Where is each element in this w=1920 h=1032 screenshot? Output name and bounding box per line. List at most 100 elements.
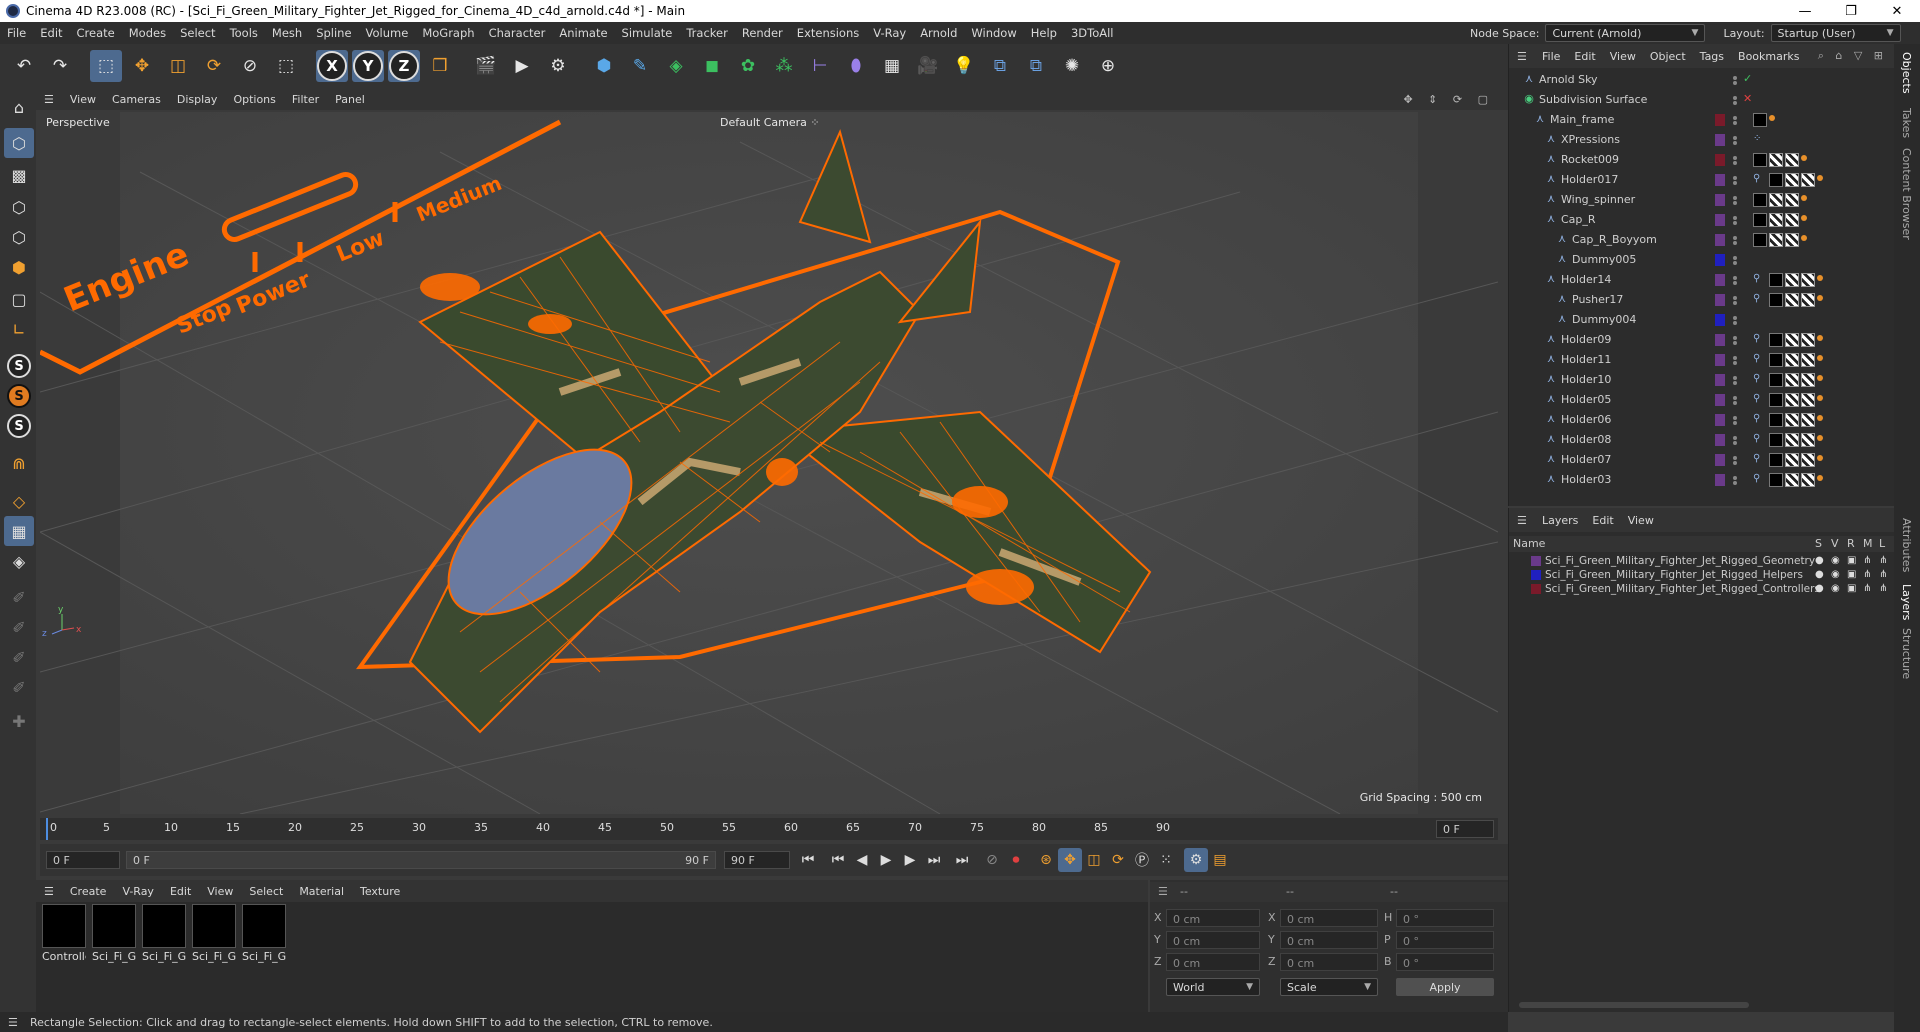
texture-tag[interactable] [1769,153,1783,167]
object-row[interactable]: ⋏ Cap_R_Boyyom [1509,230,1881,250]
manager-icon[interactable]: ⋔ [1863,583,1871,594]
texture-tag[interactable] [1801,173,1815,187]
texture-tag[interactable] [1785,273,1799,287]
object-menu-file[interactable]: File [1535,50,1567,63]
object-row[interactable]: ⋏ Arnold Sky ✓ [1509,70,1881,90]
layer-color-swatch[interactable] [1715,254,1725,266]
material-menu-edit[interactable]: Edit [162,885,199,898]
hamburger-icon[interactable]: ☰ [1158,885,1168,898]
render-icon[interactable]: ▣ [1847,569,1856,580]
xpresso-tag-icon[interactable] [1801,155,1807,161]
polygons-mode-button[interactable]: ⬢ [4,252,34,282]
menu-create[interactable]: Create [70,26,122,40]
material-menu-select[interactable]: Select [241,885,291,898]
editor-visibility-dot[interactable] [1733,456,1737,460]
render-visibility-dot[interactable] [1733,241,1737,245]
field-button[interactable]: ⬮ [840,50,872,82]
next-frame-button[interactable]: ▶ [898,848,922,872]
xpresso-icon[interactable]: ⁘ [1753,133,1761,144]
menu-edit[interactable]: Edit [33,26,69,40]
menu-tools[interactable]: Tools [223,26,265,40]
render-visibility-dot[interactable] [1733,281,1737,285]
make-editable-button[interactable]: ⌂ [4,92,34,122]
layer-color-swatch[interactable] [1715,414,1725,426]
size-mode-select[interactable]: Scale ▼ [1280,978,1378,996]
object-row[interactable]: ⋏ Holder10 ⚲ [1509,370,1881,390]
playhead[interactable] [46,818,48,840]
material-swatch[interactable]: Sci_Fi_Gr [192,904,236,968]
layer-menu-edit[interactable]: Edit [1585,514,1620,527]
object-menu-edit[interactable]: Edit [1567,50,1602,63]
key-rotation-button[interactable]: ⟳ [1106,848,1130,872]
go-to-end-button[interactable]: ⏭ [950,848,974,872]
viewport-nav-icons[interactable]: ✥ ⇕ ⟳ ▢ [1403,93,1494,106]
editor-visibility-dot[interactable] [1733,376,1737,380]
texture-tag[interactable] [1785,413,1799,427]
render-visibility-dot[interactable] [1733,481,1737,485]
paint-button[interactable]: ✐ [4,612,34,642]
layer-color-swatch[interactable] [1715,194,1725,206]
extrude-button[interactable]: ◼ [696,50,728,82]
ik-tag-icon[interactable]: ⚲ [1753,333,1760,344]
position-y-field[interactable]: 0 cm [1166,931,1260,949]
maximize-button[interactable]: ❐ [1828,0,1874,22]
coordinate-system-button[interactable]: ❒ [424,50,456,82]
texture-tag[interactable] [1801,453,1815,467]
material-swatch[interactable]: Sci_Fi_Gr [92,904,136,968]
render-visibility-dot[interactable] [1733,461,1737,465]
material-menu-create[interactable]: Create [62,885,115,898]
minimize-button[interactable]: — [1782,0,1828,22]
grid-workplane-button[interactable]: ▦ [4,516,34,546]
texture-tag[interactable] [1801,413,1815,427]
menu-select[interactable]: Select [173,26,222,40]
material-menu-texture[interactable]: Texture [352,885,408,898]
xpresso-tag-icon[interactable] [1817,335,1823,341]
menu-arnold[interactable]: Arnold [913,26,964,40]
object-row[interactable]: ⋏ Holder07 ⚲ [1509,450,1881,470]
menu-simulate[interactable]: Simulate [615,26,680,40]
layer-color-swatch[interactable] [1715,354,1725,366]
material-menu-material[interactable]: Material [291,885,352,898]
editor-visibility-dot[interactable] [1733,336,1737,340]
uv-mode-button[interactable]: ▢ [4,284,34,314]
editor-visibility-dot[interactable] [1733,216,1737,220]
motion-system-button[interactable]: ⚙ [1184,848,1208,872]
material-tag[interactable] [1769,453,1783,467]
material-tag[interactable] [1753,213,1767,227]
position-z-field[interactable]: 0 cm [1166,953,1260,971]
menu-3dtoall[interactable]: 3DToAll [1064,26,1121,40]
object-row[interactable]: ⋏ XPressions ⁘ [1509,130,1881,150]
material-tag[interactable] [1769,353,1783,367]
layer-color-swatch[interactable] [1715,234,1725,246]
material-tag[interactable] [1753,233,1767,247]
editor-visibility-dot[interactable] [1733,356,1737,360]
editor-visibility-dot[interactable] [1733,176,1737,180]
rotation-h-field[interactable]: 0 ° [1396,909,1494,927]
render-visibility-dot[interactable] [1733,221,1737,225]
layer-menu-layers[interactable]: Layers [1535,514,1585,527]
sculpt-button[interactable]: ✐ [4,582,34,612]
live-selection-button[interactable]: ⬚ [90,50,122,82]
key-position-button[interactable]: ✥ [1058,848,1082,872]
transform-tool-button[interactable]: ⬚ [270,50,302,82]
eye-icon[interactable]: ◉ [1831,555,1840,566]
ik-tag-icon[interactable]: ⚲ [1753,433,1760,444]
render-visibility-dot[interactable] [1733,441,1737,445]
menu-mograph[interactable]: MoGraph [415,26,481,40]
texture-tag[interactable] [1785,373,1799,387]
xpresso-tag-icon[interactable] [1817,355,1823,361]
render-visibility-dot[interactable] [1733,361,1737,365]
object-row[interactable]: ⋏ Wing_spinner [1509,190,1881,210]
viewport-menu-panel[interactable]: Panel [327,93,373,106]
python-button[interactable]: ⧉ [984,50,1016,82]
texture-tag[interactable] [1801,473,1815,487]
material-tag[interactable] [1769,293,1783,307]
subdivision-button[interactable]: ◈ [660,50,692,82]
frame-range-slider[interactable]: 0 F 90 F [126,851,716,869]
next-key-button[interactable]: ⏭ [922,848,946,872]
object-row[interactable]: ⋏ Holder017 ⚲ [1509,170,1881,190]
rotate-button[interactable]: ⟳ [198,50,230,82]
object-row[interactable]: ⋏ Dummy004 [1509,310,1881,330]
ik-tag-icon[interactable]: ⚲ [1753,473,1760,484]
size-x-field[interactable]: 0 cm [1280,909,1378,927]
